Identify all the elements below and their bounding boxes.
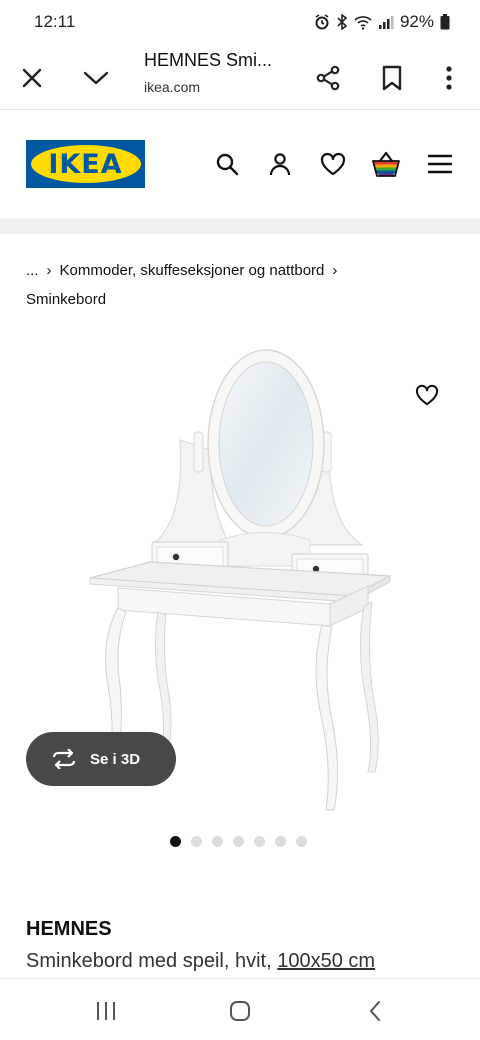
status-time: 12:11 bbox=[34, 12, 76, 31]
add-to-favourites-button[interactable] bbox=[406, 374, 448, 416]
breadcrumb-category-link[interactable]: Kommoder, skuffeseksjoner og nattbord bbox=[60, 262, 325, 279]
carousel-dot[interactable] bbox=[254, 836, 265, 847]
more-options-button[interactable] bbox=[429, 58, 469, 98]
carousel-dot[interactable] bbox=[191, 836, 202, 847]
header-divider bbox=[0, 218, 480, 234]
product-size-link[interactable]: 100x50 cm bbox=[277, 950, 375, 972]
url-block[interactable]: HEMNES Smi... ikea.com bbox=[144, 50, 272, 95]
breadcrumb-current[interactable]: Sminkebord bbox=[26, 291, 106, 308]
wifi-icon bbox=[354, 16, 372, 30]
carousel-dot[interactable] bbox=[233, 836, 244, 847]
battery-icon bbox=[440, 14, 450, 30]
back-icon bbox=[370, 1001, 380, 1021]
chevron-down-icon bbox=[83, 71, 109, 85]
cart-icon bbox=[372, 151, 400, 177]
carousel-dot[interactable] bbox=[275, 836, 286, 847]
alarm-icon bbox=[315, 14, 329, 30]
recent-apps-button[interactable] bbox=[86, 991, 126, 1031]
menu-button[interactable] bbox=[424, 148, 456, 180]
search-icon bbox=[216, 153, 239, 176]
site-header: IKEA bbox=[0, 110, 480, 218]
system-nav-bar bbox=[0, 978, 480, 1040]
rotate-3d-icon bbox=[52, 749, 76, 769]
status-icons: 92% bbox=[314, 12, 450, 32]
breadcrumb: ... › Kommoder, skuffeseksjoner og nattbor… bbox=[26, 256, 466, 314]
more-icon bbox=[446, 66, 452, 90]
chevron-right-icon: › bbox=[46, 262, 52, 279]
battery-percent: 92% bbox=[399, 12, 434, 31]
menu-icon bbox=[428, 154, 452, 174]
home-icon bbox=[230, 1001, 250, 1021]
logo-wordmark: IKEA bbox=[48, 148, 123, 180]
account-icon bbox=[269, 153, 291, 176]
heart-icon bbox=[415, 384, 439, 406]
bookmark-icon bbox=[382, 65, 402, 91]
search-button[interactable] bbox=[211, 148, 243, 180]
back-button[interactable] bbox=[355, 991, 395, 1031]
product-name: HEMNES bbox=[26, 918, 112, 940]
share-icon bbox=[316, 65, 340, 91]
domain-text: ikea.com bbox=[144, 79, 201, 95]
page-title: HEMNES Smi... bbox=[144, 50, 273, 70]
ikea-logo[interactable]: IKEA bbox=[26, 140, 145, 188]
account-button[interactable] bbox=[264, 148, 296, 180]
carousel-dot[interactable] bbox=[212, 836, 223, 847]
close-icon bbox=[22, 68, 42, 88]
recent-apps-icon bbox=[97, 1002, 115, 1020]
carousel-dots bbox=[170, 836, 307, 847]
bluetooth-icon bbox=[337, 14, 348, 30]
product-description: Sminkebord med speil, hvit, 100x50 cm bbox=[26, 950, 375, 973]
favourites-button[interactable] bbox=[317, 148, 349, 180]
chevron-right-icon: › bbox=[332, 262, 338, 279]
logo-ellipse: IKEA bbox=[30, 145, 141, 183]
cart-button[interactable] bbox=[370, 148, 402, 180]
status-bar: 12:11 92% bbox=[0, 0, 480, 44]
view-in-3d-label: Se i 3D bbox=[90, 750, 141, 768]
carousel-dot[interactable] bbox=[170, 836, 181, 847]
favourites-icon bbox=[320, 152, 346, 176]
signal-icon bbox=[378, 16, 394, 29]
view-in-3d-button[interactable]: Se i 3D bbox=[26, 732, 176, 786]
bookmark-button[interactable] bbox=[372, 58, 412, 98]
close-tab-button[interactable] bbox=[12, 58, 52, 98]
browser-toolbar: HEMNES Smi... ikea.com bbox=[0, 44, 480, 110]
home-button[interactable] bbox=[220, 991, 260, 1031]
breadcrumb-ellipsis[interactable]: ... bbox=[26, 262, 39, 279]
share-button[interactable] bbox=[308, 58, 348, 98]
product-description-text: Sminkebord med speil, hvit, bbox=[26, 950, 272, 972]
expand-button[interactable] bbox=[76, 58, 116, 98]
carousel-dot[interactable] bbox=[296, 836, 307, 847]
